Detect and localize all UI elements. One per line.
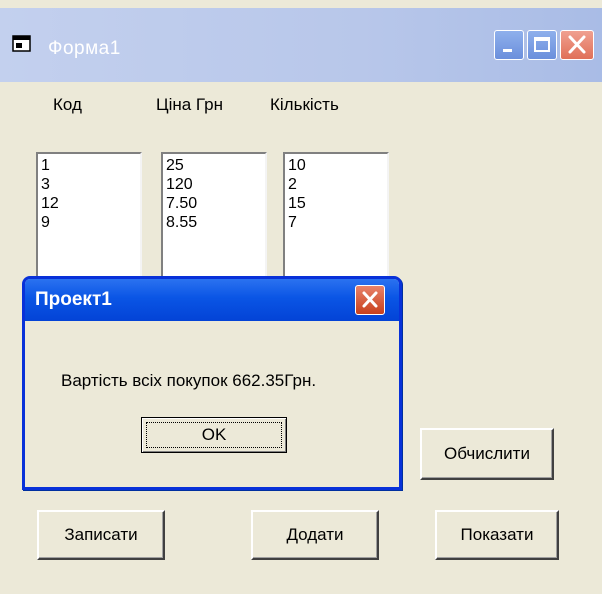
- focus-rect: [146, 422, 282, 448]
- maximize-button[interactable]: [527, 30, 557, 60]
- list-item[interactable]: 2: [288, 175, 384, 194]
- dialog-message: Вартість всіх покупок 662.35Грн.: [61, 371, 317, 390]
- price-label: Ціна Грн: [156, 95, 224, 114]
- code-label: Код: [53, 95, 82, 114]
- show-button[interactable]: Показати: [435, 510, 559, 560]
- dialog-title-bar[interactable]: Проект1: [25, 279, 399, 321]
- message-dialog: Проект1 Вартість всіх покупок 662.35Грн.…: [22, 276, 402, 490]
- title-bar[interactable]: Форма1: [0, 8, 602, 82]
- list-item[interactable]: 1: [41, 156, 137, 175]
- window-title: Форма1: [48, 38, 121, 59]
- add-button[interactable]: Додати: [251, 510, 379, 560]
- list-item[interactable]: 25: [166, 156, 262, 175]
- form-icon: [12, 35, 31, 52]
- list-item[interactable]: 9: [41, 213, 137, 232]
- list-item[interactable]: 7.50: [166, 194, 262, 213]
- close-icon: [568, 35, 586, 54]
- calculate-button[interactable]: Обчислити: [420, 428, 554, 480]
- list-item[interactable]: 10: [288, 156, 384, 175]
- dialog-close-button[interactable]: [355, 285, 385, 315]
- list-item[interactable]: 8.55: [166, 213, 262, 232]
- list-item[interactable]: 3: [41, 175, 137, 194]
- minimize-button[interactable]: [494, 30, 524, 60]
- list-item[interactable]: 15: [288, 194, 384, 213]
- quantity-label: Кількість: [270, 95, 339, 114]
- close-button[interactable]: [560, 30, 594, 60]
- dialog-title: Проект1: [35, 289, 112, 310]
- list-item[interactable]: 12: [41, 194, 137, 213]
- maximize-icon: [534, 37, 550, 52]
- list-item[interactable]: 120: [166, 175, 262, 194]
- ok-button[interactable]: OK: [141, 417, 287, 453]
- list-item[interactable]: 7: [288, 213, 384, 232]
- close-icon: [362, 291, 378, 308]
- write-button[interactable]: Записати: [37, 510, 165, 560]
- minimize-icon: [503, 49, 512, 52]
